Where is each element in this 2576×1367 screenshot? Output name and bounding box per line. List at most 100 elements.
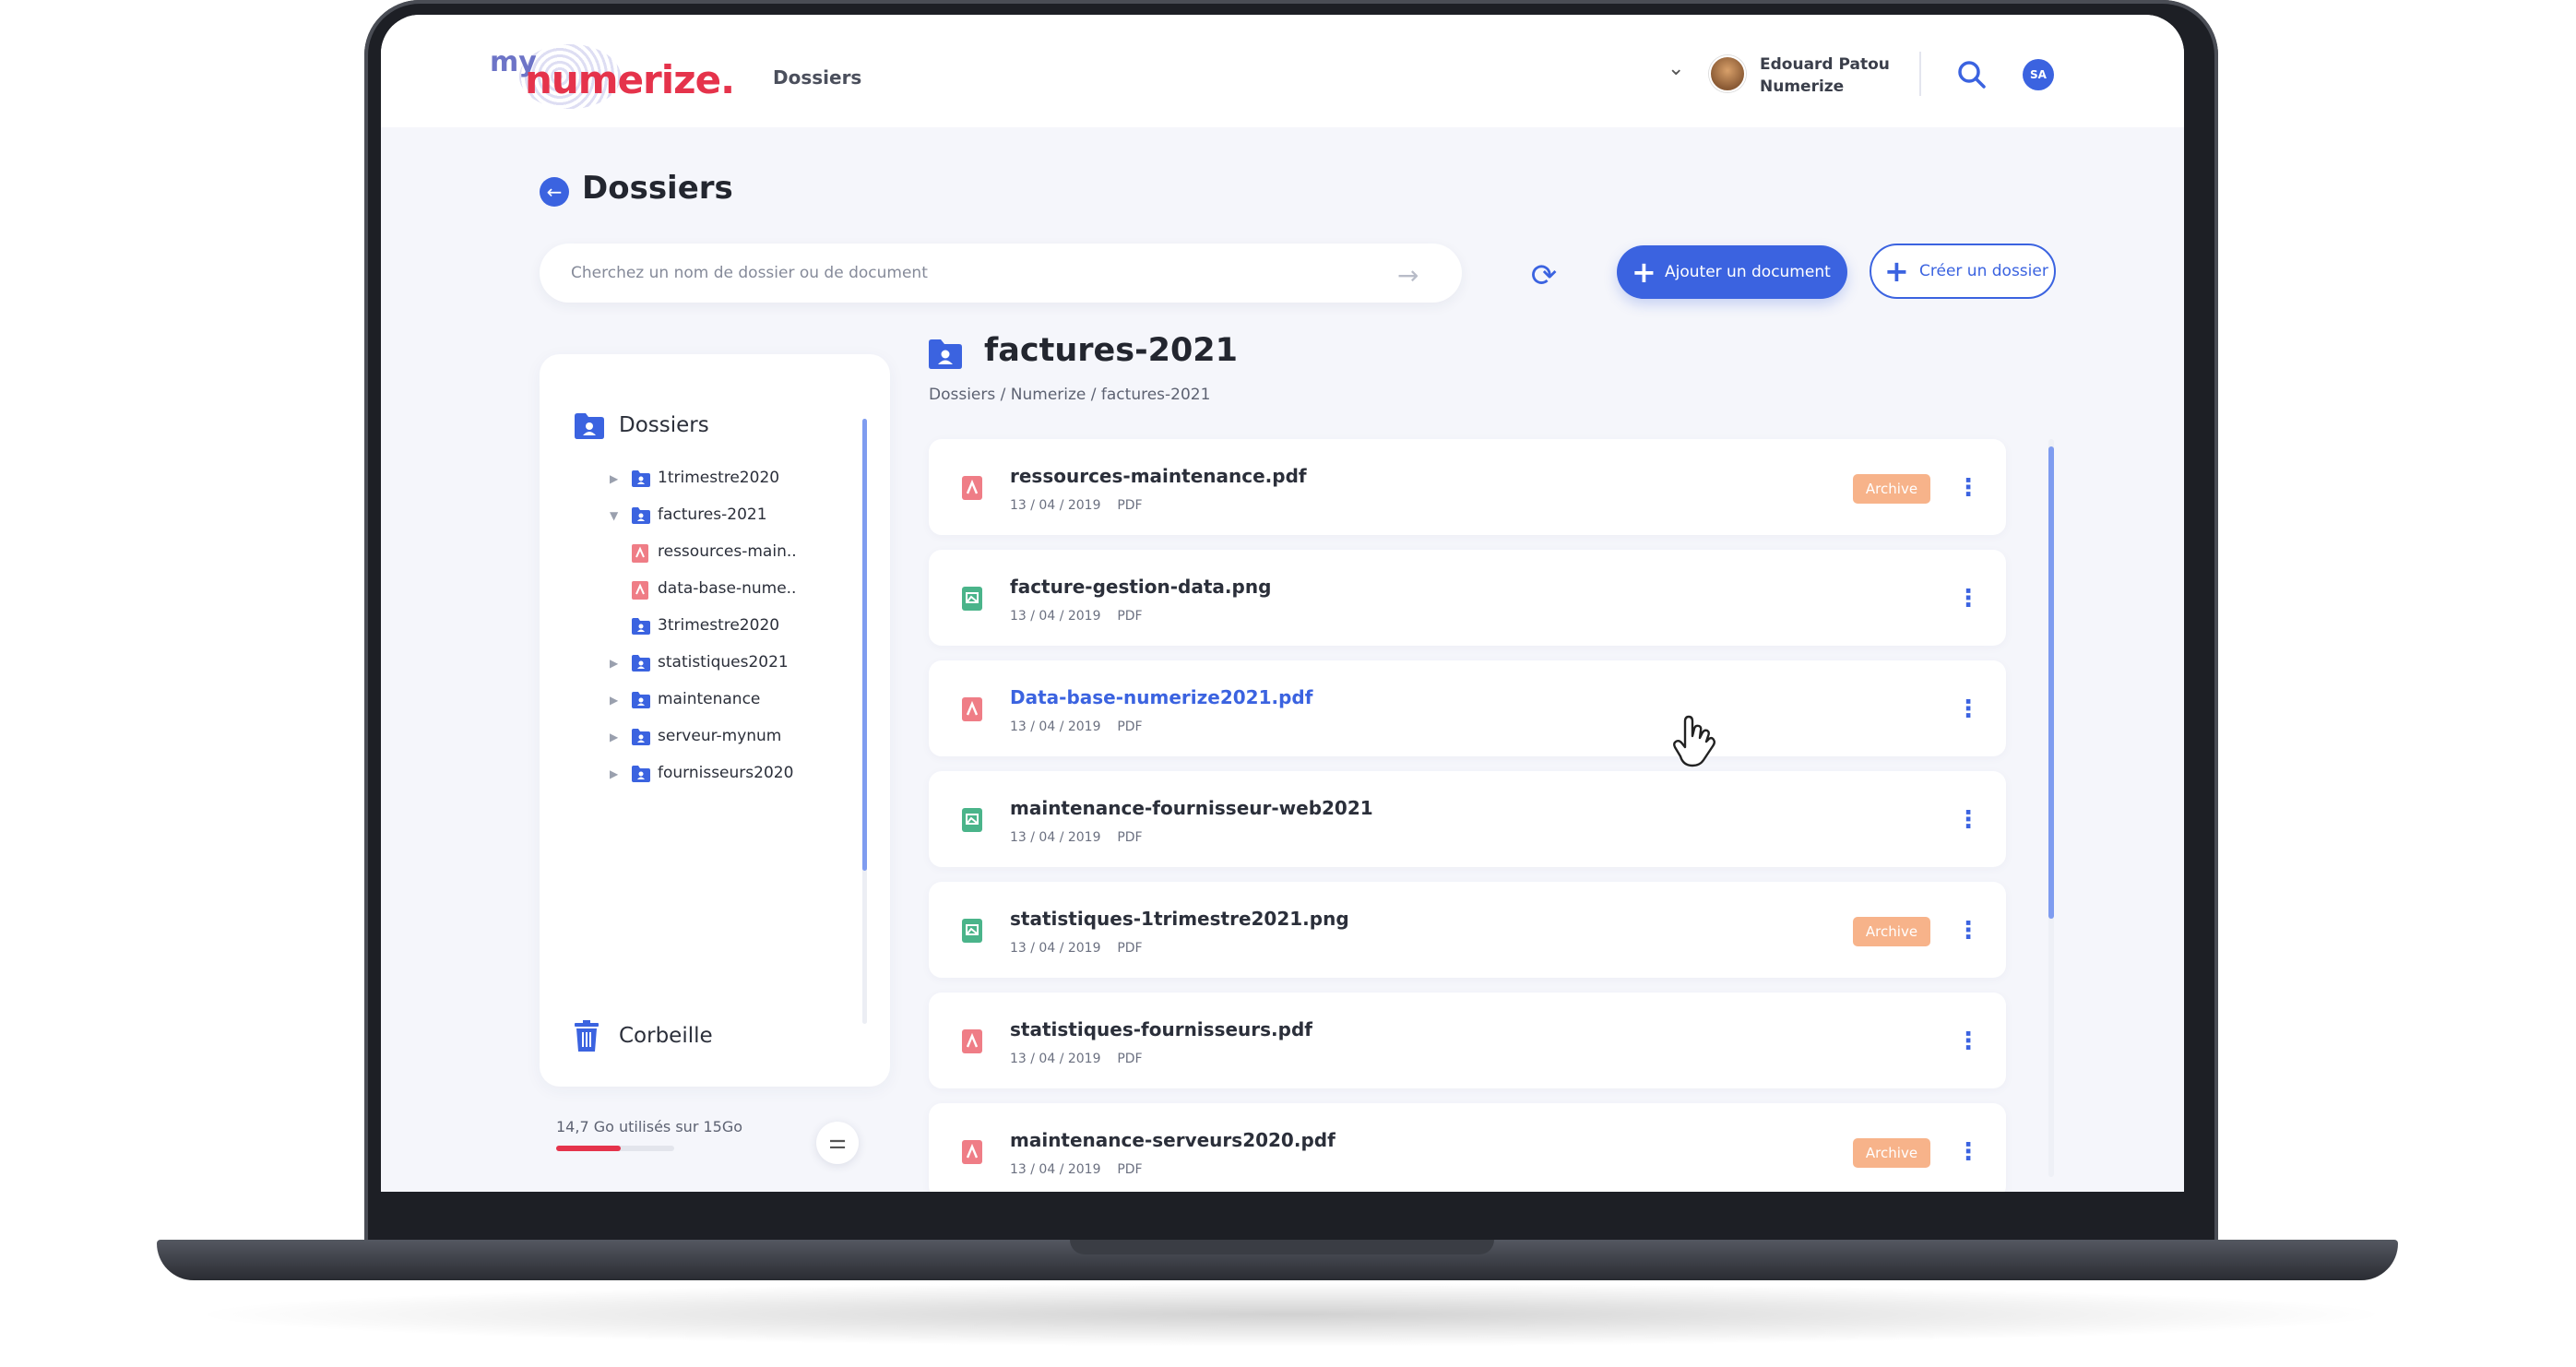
more-options-icon[interactable]: ⋮ [1956, 583, 1980, 614]
file-row[interactable]: ressources-maintenance.pdf 13 / 04 / 2019… [929, 439, 2006, 535]
tree-item-label: 1trimestre2020 [658, 469, 780, 487]
archive-badge[interactable]: Archive [1853, 474, 1930, 504]
add-document-label: Ajouter un document [1665, 263, 1831, 281]
search-input[interactable] [571, 244, 1383, 303]
file-date: 13 / 04 / 2019 [1010, 719, 1101, 734]
top-navigation-bar: my numerize. Dossiers ⌄ Edouard Patou Nu… [381, 15, 2184, 127]
tree-item-label: fournisseurs2020 [658, 764, 794, 782]
caret-right-icon[interactable]: ▶ [610, 731, 618, 743]
tree-item-label: data-base-nume.. [658, 579, 797, 598]
folder-icon [632, 470, 650, 487]
file-row[interactable]: statistiques-fournisseurs.pdf 13 / 04 / 2… [929, 993, 2006, 1088]
image-icon [962, 919, 984, 943]
sidebar-scrollbar-thumb[interactable] [862, 419, 867, 871]
file-meta: 13 / 04 / 2019 PDF [1010, 498, 1143, 513]
folder-title: factures-2021 [984, 332, 1239, 369]
tree-item-label: statistiques2021 [658, 653, 789, 672]
file-meta: 13 / 04 / 2019 PDF [1010, 830, 1143, 845]
mynumerize-logo[interactable]: my numerize. [490, 39, 735, 113]
tree-item-label: ressources-main.. [658, 542, 797, 561]
trash-label[interactable]: Corbeille [619, 1024, 713, 1048]
file-row[interactable]: Data-base-numerize2021.pdf 13 / 04 / 2019… [929, 660, 2006, 756]
refresh-icon[interactable]: ⟳ [1525, 256, 1563, 295]
page-title: Dossiers [582, 170, 733, 207]
file-type: PDF [1117, 830, 1143, 845]
tree-item-label: factures-2021 [658, 505, 767, 524]
pdf-icon [632, 544, 650, 563]
more-options-icon[interactable]: ⋮ [1956, 472, 1980, 504]
search-bar: → [540, 244, 1462, 303]
file-name[interactable]: Data-base-numerize2021.pdf [1010, 686, 1312, 708]
pdf-icon [962, 1029, 984, 1053]
account-initials-badge[interactable]: SA [2023, 59, 2054, 90]
header-divider [1919, 52, 1921, 96]
file-row[interactable]: maintenance-serveurs2020.pdf 13 / 04 / 20… [929, 1103, 2006, 1192]
more-options-icon[interactable]: ⋮ [1956, 694, 1980, 725]
caret-right-icon[interactable]: ▶ [610, 657, 618, 670]
file-name[interactable]: facture-gestion-data.png [1010, 576, 1271, 598]
folder-icon [632, 692, 650, 708]
file-type: PDF [1117, 941, 1143, 956]
plus-icon: + [1632, 255, 1656, 290]
caret-right-icon[interactable]: ▶ [610, 472, 618, 485]
file-meta: 13 / 04 / 2019 PDF [1010, 1162, 1143, 1177]
archive-badge[interactable]: Archive [1853, 917, 1930, 946]
caret-down-icon[interactable]: ▼ [610, 509, 618, 522]
search-submit-arrow-icon[interactable]: → [1397, 260, 1419, 291]
folder-icon [632, 729, 650, 745]
caret-right-icon[interactable]: ▶ [610, 694, 618, 707]
caret-right-icon[interactable]: ▶ [610, 767, 618, 780]
file-row[interactable]: statistiques-1trimestre2021.png 13 / 04 /… [929, 882, 2006, 978]
folder-icon [632, 507, 650, 524]
archive-badge[interactable]: Archive [1853, 1138, 1930, 1168]
file-name[interactable]: maintenance-serveurs2020.pdf [1010, 1129, 1335, 1151]
file-row[interactable]: maintenance-fournisseur-web2021 13 / 04 /… [929, 771, 2006, 867]
file-type: PDF [1117, 609, 1143, 624]
plus-icon: + [1884, 254, 1909, 289]
chevron-down-icon[interactable]: ⌄ [1668, 59, 1684, 79]
file-date: 13 / 04 / 2019 [1010, 498, 1101, 513]
search-icon[interactable] [1956, 59, 1988, 90]
tree-item-label: serveur-mynum [658, 727, 782, 745]
tree-item-label: maintenance [658, 690, 761, 708]
add-document-button[interactable]: + Ajouter un document [1617, 245, 1847, 299]
sliders-settings-icon[interactable]: ⚌ [816, 1122, 859, 1164]
more-options-icon[interactable]: ⋮ [1956, 804, 1980, 836]
more-options-icon[interactable]: ⋮ [1956, 1136, 1980, 1168]
more-options-icon[interactable]: ⋮ [1956, 1026, 1980, 1057]
back-arrow-button[interactable]: ← [540, 177, 569, 207]
pdf-icon [632, 581, 650, 600]
pdf-icon [962, 1140, 984, 1164]
folder-icon [632, 618, 650, 635]
storage-usage-text: 14,7 Go utilisés sur 15Go [556, 1118, 743, 1135]
storage-progress-bar [556, 1146, 674, 1151]
laptop-shadow [184, 1282, 2398, 1347]
logo-wordmark: numerize. [525, 57, 735, 102]
file-type: PDF [1117, 1162, 1143, 1177]
trash-icon[interactable] [573, 1020, 600, 1052]
file-name[interactable]: statistiques-1trimestre2021.png [1010, 908, 1349, 930]
file-meta: 13 / 04 / 2019 PDF [1010, 1052, 1143, 1066]
file-name[interactable]: maintenance-fournisseur-web2021 [1010, 797, 1373, 819]
more-options-icon[interactable]: ⋮ [1956, 915, 1980, 946]
file-type: PDF [1117, 719, 1143, 734]
file-name[interactable]: ressources-maintenance.pdf [1010, 465, 1307, 487]
create-folder-button[interactable]: + Créer un dossier [1870, 244, 2056, 299]
file-date: 13 / 04 / 2019 [1010, 1052, 1101, 1066]
create-folder-label: Créer un dossier [1919, 262, 2048, 280]
user-name: Edouard Patou [1760, 55, 1890, 74]
folder-user-icon [575, 413, 604, 439]
breadcrumb[interactable]: Dossiers / Numerize / factures-2021 [929, 386, 1210, 404]
folder-icon [632, 766, 650, 782]
file-row[interactable]: facture-gestion-data.png 13 / 04 / 2019 P… [929, 550, 2006, 646]
sidebar-title: Dossiers [619, 413, 709, 437]
file-type: PDF [1117, 1052, 1143, 1066]
folder-tree-sidebar: Dossiers ▶ 1trimestre2020 ▼ factures-202… [540, 354, 890, 1087]
file-date: 13 / 04 / 2019 [1010, 1162, 1101, 1177]
nav-link-dossiers[interactable]: Dossiers [773, 66, 861, 89]
user-avatar[interactable] [1709, 55, 1746, 92]
file-meta: 13 / 04 / 2019 PDF [1010, 941, 1143, 956]
file-meta: 13 / 04 / 2019 PDF [1010, 719, 1143, 734]
file-list-scrollbar-thumb[interactable] [2048, 446, 2054, 919]
file-name[interactable]: statistiques-fournisseurs.pdf [1010, 1018, 1312, 1040]
